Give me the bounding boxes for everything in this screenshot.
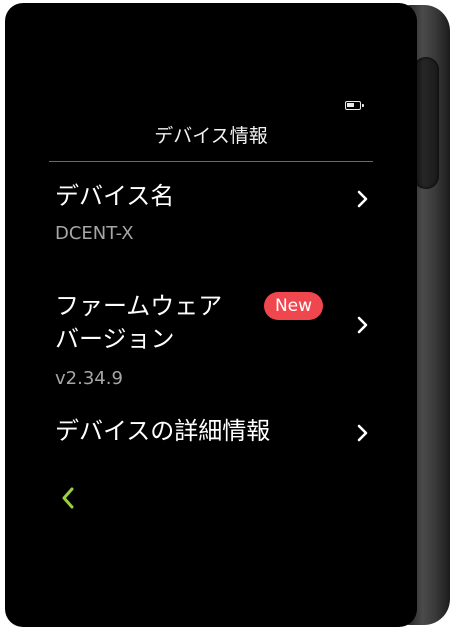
- device-screen: デバイス情報 デバイス名 DCENT-X ファームウェア バージョン New v…: [5, 3, 417, 627]
- back-button[interactable]: [57, 485, 79, 511]
- battery-level-fill: [347, 103, 354, 107]
- new-badge: New: [264, 292, 323, 320]
- firmware-label-line2: バージョン: [55, 325, 175, 353]
- device-details-label: デバイスの詳細情報: [55, 417, 271, 445]
- hardware-wallet-device: デバイス情報 デバイス名 DCENT-X ファームウェア バージョン New v…: [5, 3, 450, 627]
- title-divider: [49, 161, 373, 162]
- page-title: デバイス情報: [154, 125, 268, 147]
- chevron-left-icon: [62, 487, 74, 509]
- chevron-right-icon: [357, 190, 368, 208]
- firmware-version-value: v2.34.9: [55, 368, 123, 389]
- battery-icon: [345, 101, 364, 110]
- device-name-value: DCENT-X: [55, 223, 134, 244]
- firmware-label-line1: ファームウェア: [55, 292, 223, 320]
- chevron-right-icon: [357, 316, 368, 334]
- device-name-label: デバイス名: [55, 182, 175, 210]
- chevron-right-icon: [357, 424, 368, 442]
